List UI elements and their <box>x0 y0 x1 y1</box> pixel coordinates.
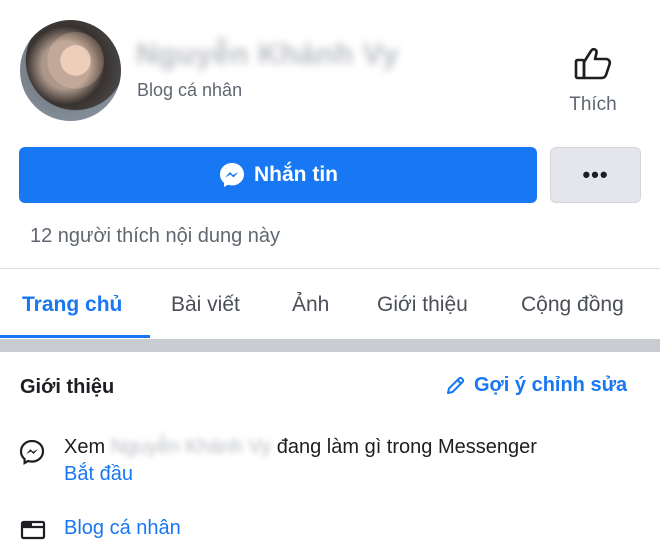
avatar[interactable] <box>20 20 121 121</box>
messenger-info-text: Xem Nguyễn Khánh Vy đang làm gì trong Me… <box>64 436 537 459</box>
suggest-edit-button[interactable]: Gợi ý chỉnh sửa <box>444 374 627 397</box>
like-label: Thích <box>569 94 617 115</box>
messenger-page-name: Nguyễn Khánh Vy <box>110 436 272 458</box>
messenger-suffix: đang làm gì trong Messenger <box>276 436 537 458</box>
like-button[interactable]: Thích <box>556 42 630 122</box>
messenger-prefix: Xem <box>64 436 106 458</box>
page-header: Nguyễn Khánh Vy Blog cá nhân Thích <box>0 0 660 140</box>
tab-about[interactable]: Giới thiệu <box>377 293 468 317</box>
messenger-icon <box>19 439 45 465</box>
more-options-button[interactable]: ••• <box>550 147 641 203</box>
thumbs-up-icon <box>574 47 612 80</box>
tab-home[interactable]: Trang chủ <box>22 293 122 317</box>
more-dots-icon: ••• <box>582 162 609 187</box>
about-section-title: Giới thiệu <box>20 376 115 398</box>
suggest-edit-label: Gợi ý chỉnh sửa <box>474 374 628 396</box>
send-message-label: Nhắn tin <box>254 163 338 186</box>
page-name[interactable]: Nguyễn Khánh Vy <box>136 38 399 72</box>
page-tabs: Trang chủ Bài viết Ảnh Giới thiệu Cộng đ… <box>0 269 660 339</box>
page-category-icon <box>20 520 46 540</box>
pencil-icon <box>447 376 465 394</box>
category-link[interactable]: Blog cá nhân <box>64 517 181 540</box>
avatar-blur <box>20 20 121 121</box>
send-message-button[interactable]: Nhắn tin <box>19 147 537 203</box>
likes-count[interactable]: 12 người thích nội dung này <box>30 225 280 248</box>
tab-community[interactable]: Cộng đồng <box>521 293 624 317</box>
tab-posts[interactable]: Bài viết <box>171 293 240 317</box>
messenger-icon <box>220 163 244 187</box>
tab-photos[interactable]: Ảnh <box>292 293 329 317</box>
active-tab-indicator <box>0 335 150 338</box>
page-category: Blog cá nhân <box>137 80 243 100</box>
messenger-start-link[interactable]: Bắt đầu <box>64 463 133 486</box>
section-separator <box>0 339 660 352</box>
